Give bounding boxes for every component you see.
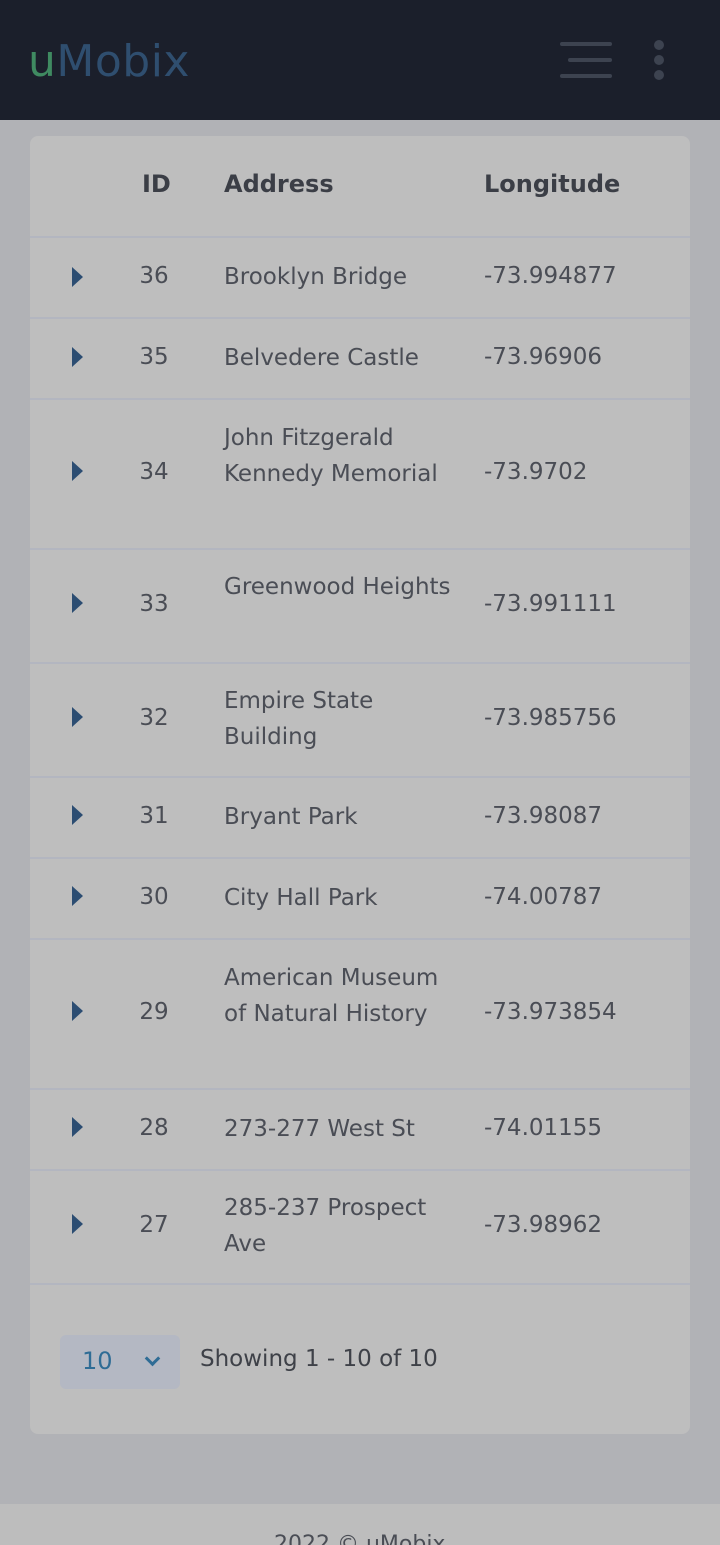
logo-text: Mobix xyxy=(56,36,190,87)
locations-card: ID Address Longitude 36 Brooklyn Bridge … xyxy=(30,136,690,1434)
cell-id: 32 xyxy=(139,705,169,731)
expand-row-icon[interactable] xyxy=(72,347,83,367)
kebab-dot xyxy=(654,40,664,50)
logo-accent: u xyxy=(28,36,57,87)
cell-address: American Museum of Natural History xyxy=(224,965,439,1027)
page-size-value: 10 xyxy=(82,1347,113,1375)
cell-address: Belvedere Castle xyxy=(224,345,419,371)
page-size-select[interactable]: 10 xyxy=(60,1335,180,1389)
cell-address: 285-237 Prospect Ave xyxy=(224,1195,427,1257)
table-row[interactable]: 28 273-277 West St -74.01155 xyxy=(30,1090,690,1171)
expand-row-icon[interactable] xyxy=(72,1214,83,1234)
menu-line xyxy=(560,74,612,78)
expand-row-icon[interactable] xyxy=(72,593,83,613)
table-row[interactable]: 35 Belvedere Castle -73.96906 xyxy=(30,319,690,400)
table-row[interactable]: 27 285-237 Prospect Ave -73.98962 xyxy=(30,1171,690,1285)
cell-id: 36 xyxy=(139,263,169,289)
expand-row-icon[interactable] xyxy=(72,461,83,481)
cell-id: 28 xyxy=(139,1115,169,1141)
cell-address: Bryant Park xyxy=(224,804,358,830)
cell-id: 27 xyxy=(139,1212,169,1238)
table-row[interactable]: 30 City Hall Park -74.00787 xyxy=(30,859,690,940)
cell-address: City Hall Park xyxy=(224,885,378,911)
cell-address: 273-277 West St xyxy=(224,1116,415,1142)
cell-address: Brooklyn Bridge xyxy=(224,264,408,290)
cell-id: 29 xyxy=(139,999,169,1025)
chevron-down-icon xyxy=(144,1350,161,1367)
cell-longitude: -73.991111 xyxy=(484,591,617,617)
cell-address: Greenwood Heights xyxy=(224,574,451,600)
cell-longitude: -74.01155 xyxy=(484,1115,603,1141)
cell-longitude: -73.973854 xyxy=(484,999,617,1025)
expand-row-icon[interactable] xyxy=(72,267,83,287)
table-row[interactable]: 33 Greenwood Heights -73.991111 xyxy=(30,550,690,664)
menu-line xyxy=(568,58,612,62)
more-vertical-icon[interactable] xyxy=(648,40,672,80)
table-row[interactable]: 32 Empire State Building -73.985756 xyxy=(30,664,690,778)
table-row[interactable]: 29 American Museum of Natural History -7… xyxy=(30,940,690,1090)
table-row[interactable]: 36 Brooklyn Bridge -73.994877 xyxy=(30,238,690,319)
top-app-bar: uMobix xyxy=(0,0,720,120)
table-row[interactable]: 31 Bryant Park -73.98087 xyxy=(30,778,690,859)
hamburger-menu-icon[interactable] xyxy=(556,40,616,80)
cell-address: John Fitzgerald Kennedy Memorial xyxy=(224,425,438,487)
menu-line xyxy=(560,42,612,46)
expand-row-icon[interactable] xyxy=(72,1117,83,1137)
kebab-dot xyxy=(654,70,664,80)
column-header-longitude[interactable]: Longitude xyxy=(484,170,620,198)
footer: 2022 © uMobix xyxy=(0,1504,720,1545)
column-header-id[interactable]: ID xyxy=(142,170,171,198)
cell-longitude: -73.98962 xyxy=(484,1212,603,1238)
expand-row-icon[interactable] xyxy=(72,805,83,825)
expand-row-icon[interactable] xyxy=(72,886,83,906)
table-row[interactable]: 34 John Fitzgerald Kennedy Memorial -73.… xyxy=(30,400,690,550)
table-header: ID Address Longitude xyxy=(30,136,690,238)
cell-id: 33 xyxy=(139,591,169,617)
cell-longitude: -73.98087 xyxy=(484,803,603,829)
cell-longitude: -73.985756 xyxy=(484,705,617,731)
pagination-status: Showing 1 - 10 of 10 xyxy=(200,1346,438,1372)
cell-longitude: -73.9702 xyxy=(484,459,588,485)
cell-id: 34 xyxy=(139,459,169,485)
cell-id: 30 xyxy=(139,884,169,910)
cell-longitude: -73.96906 xyxy=(484,344,603,370)
copyright-text: 2022 © uMobix xyxy=(274,1532,446,1545)
column-header-address[interactable]: Address xyxy=(224,170,334,198)
app-logo[interactable]: uMobix xyxy=(28,36,190,88)
cell-address: Empire State Building xyxy=(224,688,374,750)
cell-longitude: -73.994877 xyxy=(484,263,617,289)
cell-id: 35 xyxy=(139,344,169,370)
expand-row-icon[interactable] xyxy=(72,1001,83,1021)
expand-row-icon[interactable] xyxy=(72,707,83,727)
cell-longitude: -74.00787 xyxy=(484,884,603,910)
cell-id: 31 xyxy=(139,803,169,829)
kebab-dot xyxy=(654,55,664,65)
